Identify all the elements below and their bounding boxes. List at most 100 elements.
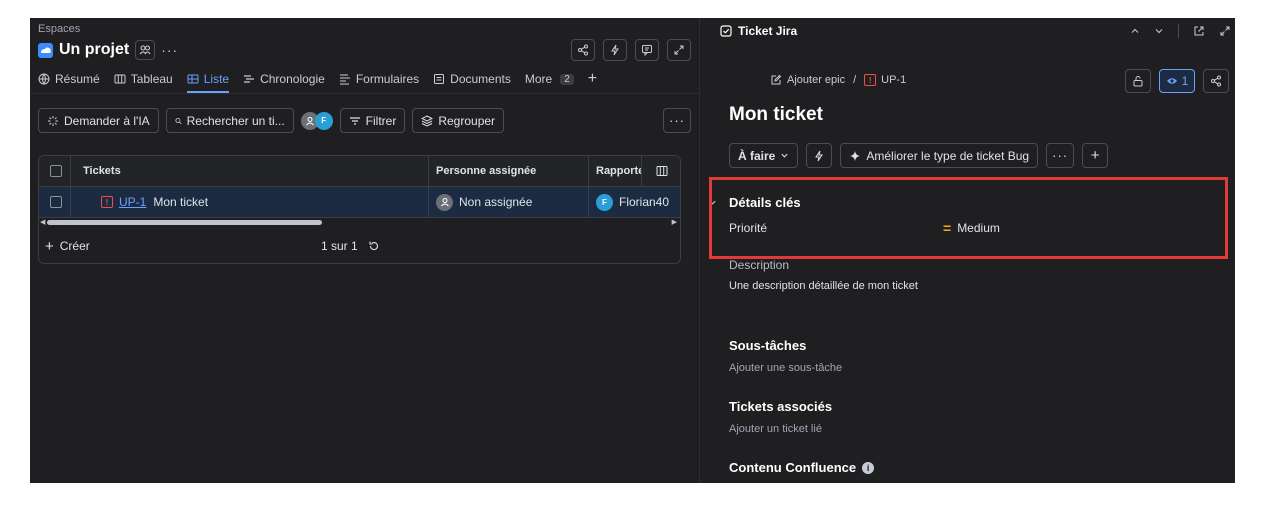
add-subtask-link[interactable]: Ajouter une sous-tâche bbox=[729, 362, 842, 374]
avatar: F bbox=[596, 193, 613, 211]
reporter-cell[interactable]: F Florian40 bbox=[596, 187, 680, 217]
columns-icon bbox=[656, 166, 668, 176]
refresh-icon[interactable] bbox=[368, 240, 380, 252]
chevron-down-icon bbox=[781, 153, 788, 158]
tabs-divider bbox=[30, 93, 699, 94]
expand-icon[interactable] bbox=[1219, 25, 1231, 37]
globe-icon bbox=[38, 73, 50, 85]
unlock-icon bbox=[1133, 76, 1143, 87]
project-pane: Espaces Un projet ··· Résumé Tableau Lis… bbox=[30, 18, 699, 483]
column-header-reporter[interactable]: Rapporte bbox=[596, 156, 641, 186]
tab-label: Documents bbox=[450, 72, 511, 86]
panel-top-actions bbox=[1130, 24, 1231, 38]
scroll-right-icon[interactable]: ▶ bbox=[672, 218, 677, 227]
unassigned-avatar bbox=[436, 193, 453, 211]
chevron-down-icon[interactable] bbox=[1154, 26, 1164, 36]
ticket-more-button[interactable]: ··· bbox=[1046, 143, 1075, 168]
more-count-badge: 2 bbox=[560, 73, 574, 85]
description-label: Description bbox=[729, 258, 790, 272]
share-button[interactable] bbox=[1203, 69, 1229, 93]
lightning-icon bbox=[815, 150, 824, 161]
tab-label: Liste bbox=[203, 72, 230, 86]
automation-button[interactable] bbox=[603, 39, 627, 61]
share-button[interactable] bbox=[571, 39, 595, 61]
improve-type-button[interactable]: Améliorer le type de ticket Bug bbox=[840, 143, 1039, 168]
column-header-assignee[interactable]: Personne assignée bbox=[436, 156, 536, 186]
watch-count: 1 bbox=[1181, 74, 1189, 88]
breadcrumb-ticket-key[interactable]: UP-1 bbox=[881, 74, 906, 86]
column-header-tickets[interactable]: Tickets bbox=[83, 156, 121, 186]
watch-button[interactable]: 1 bbox=[1159, 69, 1195, 93]
confluence-section: Contenu Confluence i bbox=[729, 460, 875, 475]
project-more-icon[interactable]: ··· bbox=[161, 42, 178, 58]
more-icon: ··· bbox=[669, 113, 685, 128]
team-button[interactable] bbox=[135, 40, 156, 60]
scrollbar-thumb[interactable] bbox=[47, 220, 322, 225]
tab-more[interactable]: More 2 bbox=[525, 72, 574, 86]
expand-icon bbox=[674, 45, 684, 55]
search-input[interactable]: Rechercher un ti... bbox=[165, 108, 294, 133]
ticket-key-link[interactable]: UP-1 bbox=[119, 195, 146, 209]
search-icon bbox=[175, 117, 182, 124]
expand-button[interactable] bbox=[667, 39, 691, 61]
list-more-button[interactable]: ··· bbox=[663, 108, 691, 133]
tab-timeline[interactable]: Chronologie bbox=[243, 72, 325, 86]
avatar[interactable]: F bbox=[314, 111, 333, 130]
scroll-left-icon[interactable]: ◀ bbox=[40, 218, 45, 227]
ask-ai-button[interactable]: Demander à l'IA bbox=[38, 108, 159, 133]
add-linked-ticket-link[interactable]: Ajouter un ticket lié bbox=[729, 423, 822, 435]
open-external-icon[interactable] bbox=[1193, 25, 1205, 37]
status-dropdown[interactable]: À faire bbox=[729, 143, 799, 168]
filter-button[interactable]: Filtrer bbox=[339, 108, 406, 133]
add-epic-link[interactable]: Ajouter epic bbox=[787, 74, 845, 86]
tab-label: Tableau bbox=[130, 72, 173, 86]
project-title[interactable]: Un projet bbox=[59, 41, 129, 59]
tab-documents[interactable]: Documents bbox=[433, 72, 511, 86]
project-logo-icon bbox=[38, 42, 53, 58]
bug-icon: ! bbox=[864, 74, 877, 86]
group-label: Regrouper bbox=[438, 113, 496, 128]
description-text[interactable]: Une description détaillée de mon ticket bbox=[729, 280, 918, 292]
chevron-up-icon[interactable] bbox=[1130, 26, 1140, 36]
table-row[interactable]: ! UP-1 Mon ticket Non assignée F Florian… bbox=[39, 187, 680, 218]
info-icon[interactable]: i bbox=[862, 461, 875, 474]
status-label: À faire bbox=[738, 148, 776, 163]
spaces-link[interactable]: Espaces bbox=[38, 23, 80, 35]
create-button[interactable]: + Créer bbox=[45, 227, 90, 263]
forms-icon bbox=[339, 74, 350, 85]
ticket-summary[interactable]: Mon ticket bbox=[153, 195, 208, 209]
share-icon bbox=[1211, 75, 1221, 87]
add-tab-icon[interactable]: + bbox=[588, 71, 597, 87]
assignee-cell[interactable]: Non assignée bbox=[436, 187, 532, 217]
column-settings-button[interactable] bbox=[656, 156, 668, 186]
bug-icon: ! bbox=[101, 196, 113, 208]
tab-list[interactable]: Liste bbox=[186, 72, 230, 93]
more-icon: ··· bbox=[1052, 148, 1069, 163]
team-icon bbox=[139, 45, 151, 55]
ask-ai-label: Demander à l'IA bbox=[64, 113, 150, 128]
tab-board[interactable]: Tableau bbox=[114, 72, 173, 86]
avatar-filter[interactable]: F bbox=[300, 111, 333, 130]
row-checkbox[interactable] bbox=[50, 187, 62, 217]
subtasks-heading: Sous-tâches bbox=[729, 338, 807, 353]
tab-summary[interactable]: Résumé bbox=[38, 72, 100, 86]
timeline-icon bbox=[244, 75, 255, 83]
breadcrumb-separator: / bbox=[853, 74, 857, 86]
select-all-checkbox[interactable] bbox=[50, 156, 62, 186]
feedback-button[interactable] bbox=[635, 39, 659, 61]
search-text: Rechercher un ti... bbox=[186, 113, 285, 128]
horizontal-scrollbar[interactable]: ◀ ▶ bbox=[39, 218, 680, 227]
edit-icon bbox=[771, 74, 782, 85]
tab-forms[interactable]: Formulaires bbox=[339, 72, 419, 86]
automation-button[interactable] bbox=[806, 143, 833, 168]
lock-button[interactable] bbox=[1125, 69, 1151, 93]
ticket-title[interactable]: Mon ticket bbox=[729, 104, 823, 126]
add-button[interactable]: + bbox=[1082, 143, 1109, 168]
filter-label: Filtrer bbox=[365, 113, 397, 128]
create-label: Créer bbox=[59, 239, 90, 253]
list-toolbar: Demander à l'IA Rechercher un ti... F Fi… bbox=[38, 108, 505, 133]
tab-label: Formulaires bbox=[355, 72, 420, 86]
tickets-table: Tickets Personne assignée Rapporte ! UP-… bbox=[38, 155, 681, 264]
table-header: Tickets Personne assignée Rapporte bbox=[39, 156, 680, 187]
group-button[interactable]: Regrouper bbox=[412, 108, 505, 133]
